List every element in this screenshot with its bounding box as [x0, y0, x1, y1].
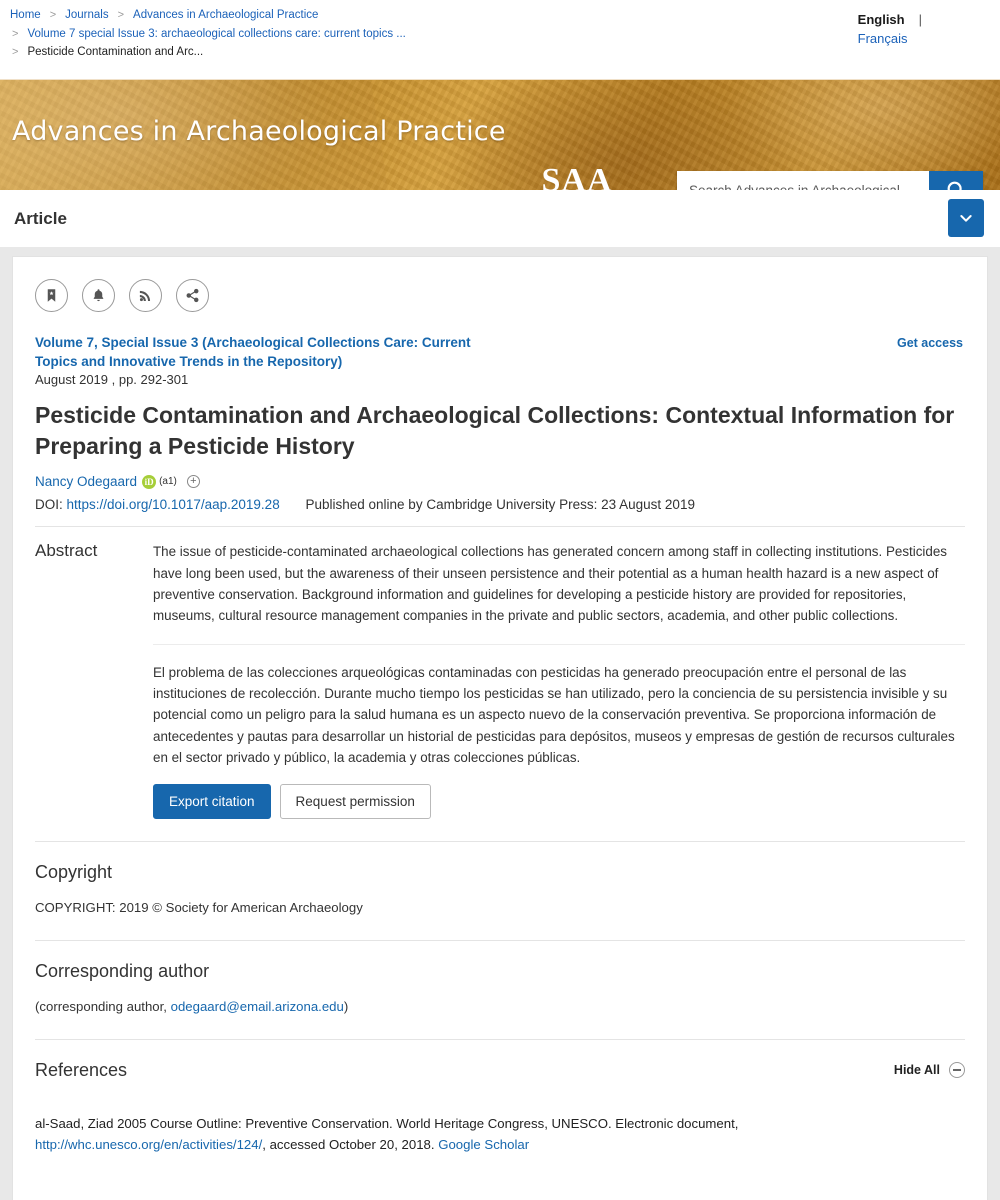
breadcrumb-item-current: Pesticide Contamination and Arc...: [27, 46, 204, 58]
orcid-icon[interactable]: iD: [142, 474, 157, 489]
search-input[interactable]: [677, 171, 929, 190]
abstract-divider: [153, 644, 965, 646]
request-permission-button[interactable]: Request permission: [279, 783, 431, 819]
article-action-icons: [35, 279, 965, 312]
corresponding-author-text: (corresponding author, odegaard@email.ar…: [35, 997, 965, 1017]
saa-logo-text: SAA: [541, 162, 613, 191]
copyright-heading: Copyright: [35, 861, 113, 882]
journal-search: [677, 171, 983, 190]
corresponding-author-email-link[interactable]: odegaard@email.arizona.edu: [171, 999, 344, 1014]
chevron-down-icon: [960, 215, 972, 222]
author-line: Nancy Odegaard iD (a1) +: [35, 474, 965, 489]
google-scholar-link[interactable]: Google Scholar: [438, 1137, 529, 1152]
breadcrumb-row-2: > Volume 7 special Issue 3: archaeologic…: [10, 27, 1000, 41]
breadcrumb-separator: >: [117, 9, 125, 22]
breadcrumb-item-journals[interactable]: Journals: [65, 9, 108, 22]
reference-item: al-Saad, Ziad 2005 Course Outline: Preve…: [35, 1081, 965, 1156]
journal-banner: Advances in Archaeological Practice SAA: [0, 80, 1000, 190]
abstract-body: The issue of pesticide-contaminated arch…: [153, 541, 965, 819]
bookmark-icon: [47, 289, 56, 302]
hide-all-references-toggle[interactable]: Hide All: [893, 1062, 965, 1079]
breadcrumb-item-issue[interactable]: Volume 7 special Issue 3: archaeological…: [27, 28, 405, 41]
article-title: Pesticide Contamination and Archaeologic…: [35, 402, 955, 459]
reference-url-link[interactable]: http://whc.unesco.org/en/activities/124/: [35, 1137, 262, 1152]
saa-logo: SAA: [536, 162, 618, 191]
language-selector: English | Français: [858, 12, 922, 46]
breadcrumb-item-home[interactable]: Home: [10, 9, 41, 22]
language-divider: |: [918, 12, 922, 27]
corresponding-author-prefix: (corresponding author,: [35, 998, 171, 1014]
breadcrumb-row-3: > Pesticide Contamination and Arc...: [10, 46, 1000, 59]
copyright-section: Copyright COPYRIGHT: 2019 © Society for …: [35, 842, 965, 918]
abstract-section: Abstract The issue of pesticide-contamin…: [35, 527, 965, 819]
share-icon: [186, 288, 199, 303]
reference-text: al-Saad, Ziad 2005 Course Outline: Preve…: [35, 1115, 739, 1131]
abstract-label: Abstract: [35, 541, 98, 561]
references-header: References Hide All: [35, 1040, 965, 1081]
references-heading: References: [35, 1059, 128, 1080]
doi-line: DOI: https://doi.org/10.1017/aap.2019.28…: [35, 497, 965, 512]
article-nav-toggle-button[interactable]: [948, 199, 984, 237]
expand-authors-icon[interactable]: +: [186, 475, 200, 489]
corresponding-author-heading: Corresponding author: [35, 960, 210, 981]
issue-date-pages: August 2019 , pp. 292-301: [35, 372, 189, 388]
abstract-actions: Export citation Request permission: [153, 768, 965, 819]
copyright-text: COPYRIGHT: 2019 © Society for American A…: [35, 899, 363, 915]
corresponding-author-section: Corresponding author (corresponding auth…: [35, 941, 965, 1017]
reference-accessed: , accessed October 20, 2018.: [262, 1136, 435, 1152]
search-button[interactable]: [929, 171, 983, 190]
share-button[interactable]: [176, 279, 209, 312]
author-affiliation-marker[interactable]: (a1): [159, 476, 177, 487]
breadcrumb-separator: >: [12, 27, 19, 40]
page-title: Article: [14, 208, 67, 228]
export-citation-button[interactable]: Export citation: [153, 783, 271, 819]
article-type-bar: Article: [0, 190, 1000, 247]
abstract-paragraph-es: El problema de las colecciones arqueológ…: [153, 665, 955, 765]
journal-title: Advances in Archaeological Practice: [12, 116, 506, 147]
issue-link[interactable]: Volume 7, Special Issue 3 (Archaeologica…: [35, 334, 505, 371]
save-bookmark-button[interactable]: [35, 279, 68, 312]
published-online-text: Published online by Cambridge University…: [305, 497, 695, 513]
abstract-paragraph-en: The issue of pesticide-contaminated arch…: [153, 544, 947, 623]
language-english[interactable]: English: [858, 12, 905, 27]
search-icon: [947, 181, 962, 190]
bell-icon: [93, 289, 104, 302]
breadcrumb-row-1: Home > Journals > Advances in Archaeolog…: [10, 9, 1000, 22]
get-access-link[interactable]: Get access: [897, 336, 963, 350]
rss-icon: [139, 290, 151, 302]
language-francais[interactable]: Français: [858, 31, 922, 46]
issue-info: Volume 7, Special Issue 3 (Archaeologica…: [35, 334, 965, 387]
minus-circle-icon: [949, 1062, 965, 1079]
breadcrumb-separator: >: [49, 9, 57, 22]
hide-all-label: Hide All: [893, 1063, 940, 1078]
author-link[interactable]: Nancy Odegaard: [35, 474, 137, 489]
top-bar: Home > Journals > Advances in Archaeolog…: [0, 0, 1000, 80]
article-card: Volume 7, Special Issue 3 (Archaeologica…: [12, 256, 988, 1200]
rss-feed-button[interactable]: [129, 279, 162, 312]
language-row: English |: [858, 12, 922, 27]
breadcrumb-separator: >: [12, 46, 19, 59]
corresponding-author-suffix: ): [343, 998, 349, 1014]
doi-label: DOI:: [35, 497, 63, 513]
doi-link[interactable]: https://doi.org/10.1017/aap.2019.28: [67, 497, 280, 512]
breadcrumb: Home > Journals > Advances in Archaeolog…: [0, 9, 1000, 59]
alerts-button[interactable]: [82, 279, 115, 312]
breadcrumb-item-journal[interactable]: Advances in Archaeological Practice: [133, 9, 318, 22]
